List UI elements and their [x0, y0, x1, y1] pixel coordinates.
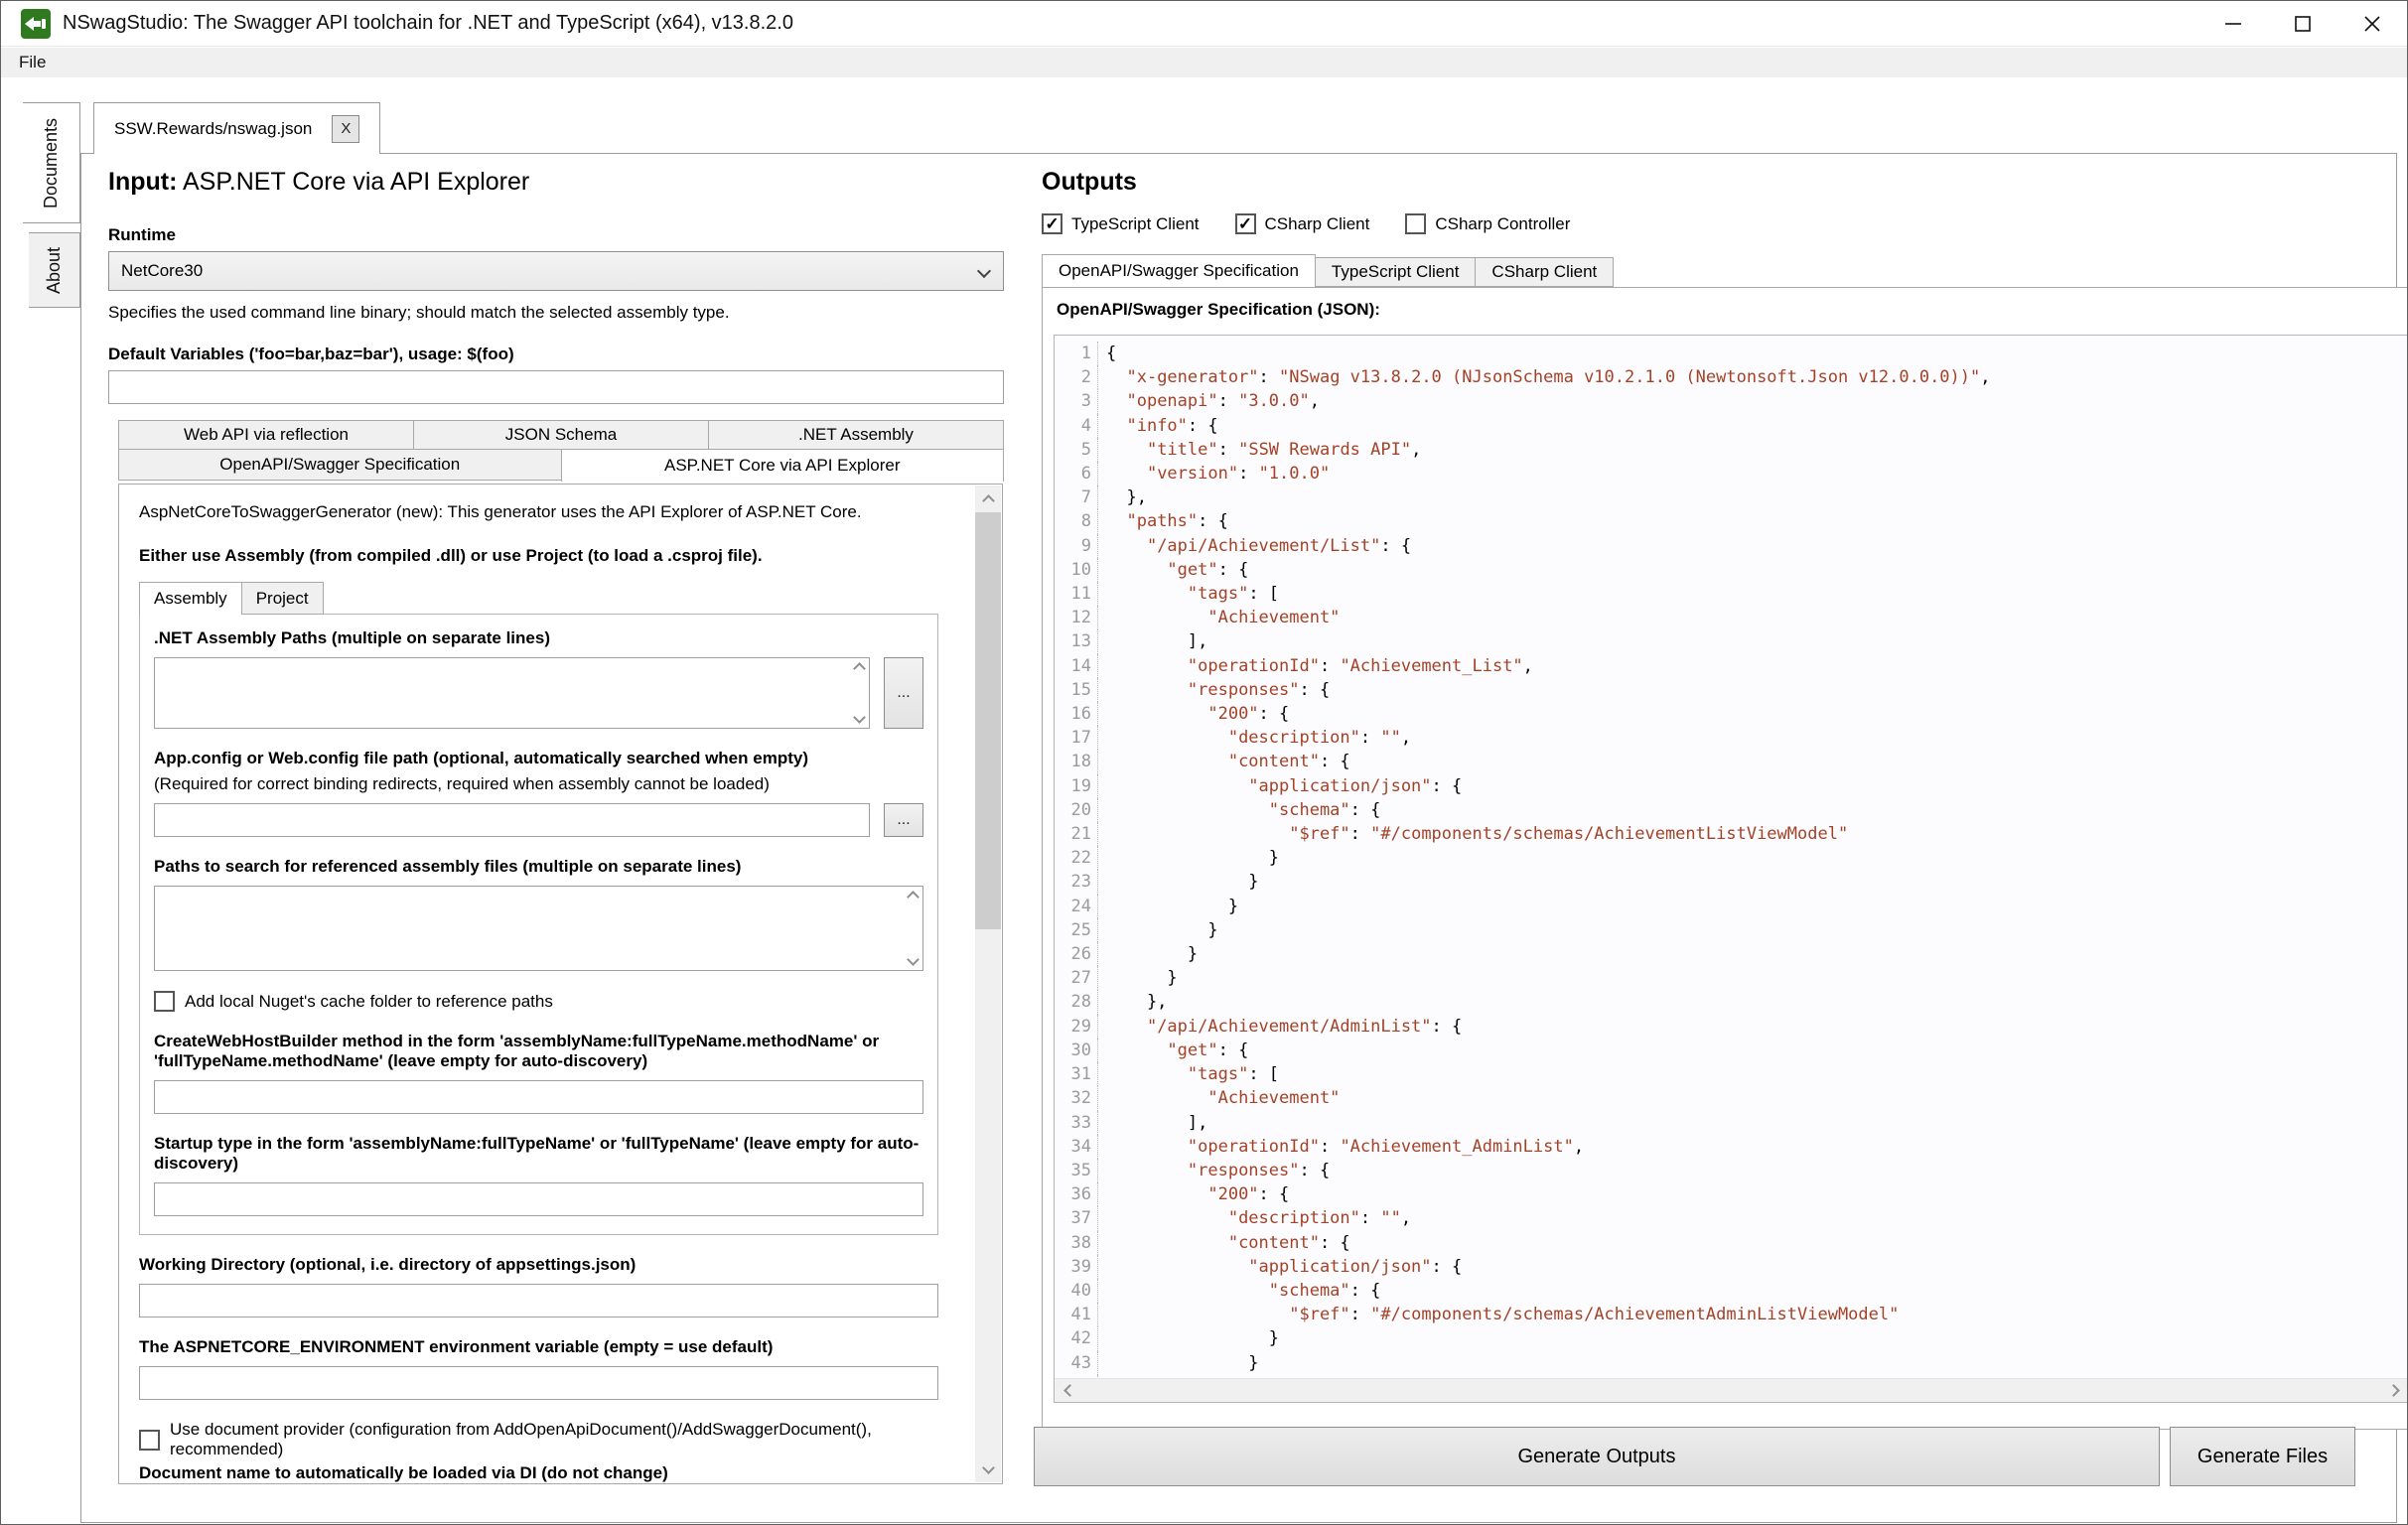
generator-tab[interactable]: OpenAPI/Swagger Specification [118, 449, 562, 481]
checkbox-icon [154, 991, 175, 1012]
aspnetcore-environment-input[interactable] [139, 1366, 938, 1400]
runtime-dropdown[interactable]: NetCore30 [108, 251, 1004, 291]
main-content-frame: Input: ASP.NET Core via API Explorer Run… [80, 153, 2397, 1523]
default-variables-label: Default Variables ('foo=bar,baz=bar'), u… [108, 345, 514, 364]
working-directory-input[interactable] [139, 1284, 938, 1317]
sidebar-tab-documents[interactable]: Documents [23, 102, 80, 223]
generator-tab[interactable]: Web API via reflection [118, 420, 414, 450]
minimize-button[interactable] [2198, 1, 2268, 47]
generator-tab[interactable]: ASP.NET Core via API Explorer [561, 449, 1005, 482]
output-checkboxes: TypeScript Client CSharp Client CSharp C… [1042, 213, 1570, 234]
nuget-cache-checkbox-label: Add local Nuget's cache folder to refere… [185, 992, 553, 1012]
working-directory-label: Working Directory (optional, i.e. direct… [139, 1255, 938, 1275]
sidebar-tab-about[interactable]: About [29, 232, 80, 308]
output-tab[interactable]: OpenAPI/Swagger Specification [1042, 254, 1316, 287]
document-tab-close-button[interactable]: X [332, 115, 359, 143]
reference-paths-label: Paths to search for referenced assembly … [154, 857, 923, 877]
chevron-down-icon [977, 264, 991, 278]
outputs-heading: Outputs [1042, 168, 1137, 197]
create-web-host-builder-input[interactable] [154, 1080, 923, 1114]
source-tab[interactable]: Assembly [139, 582, 242, 615]
generator-tab-strip: Web API via reflectionJSON Schema.NET As… [118, 420, 1003, 482]
nswag-app-icon [21, 9, 51, 39]
title-bar: NSwagStudio: The Swagger API toolchain f… [1, 1, 2407, 47]
output-checkbox[interactable]: CSharp Client [1235, 213, 1370, 234]
generator-tab-row-2: OpenAPI/Swagger SpecificationASP.NET Cor… [118, 450, 1003, 482]
close-button[interactable] [2337, 1, 2407, 47]
window-title: NSwagStudio: The Swagger API toolchain f… [63, 12, 793, 35]
runtime-label: Runtime [108, 225, 176, 245]
generator-tab[interactable]: .NET Assembly [708, 420, 1004, 450]
menu-file[interactable]: File [1, 53, 64, 72]
checkbox-icon [1042, 213, 1062, 234]
document-tab[interactable]: SSW.Rewards/nswag.json X [93, 102, 380, 154]
generator-intro-text: AspNetCoreToSwaggerGenerator (new): This… [139, 502, 938, 522]
checkbox-icon [1405, 213, 1426, 234]
output-tab[interactable]: CSharp Client [1475, 257, 1614, 287]
scroll-down-button[interactable] [975, 1456, 1001, 1482]
app-config-label: App.config or Web.config file path (opti… [154, 749, 923, 768]
output-tab-strip: OpenAPI/Swagger SpecificationTypeScript … [1042, 257, 1613, 287]
nswagstudio-window: NSwagStudio: The Swagger API toolchain f… [0, 0, 2408, 1525]
scroll-right-button[interactable] [2382, 1379, 2408, 1402]
app-config-sublabel: (Required for correct binding redirects,… [154, 774, 923, 794]
source-tab-strip: AssemblyProject [139, 582, 938, 615]
spec-json-editor[interactable]: 1{2 "x-generator": "NSwag v13.8.2.0 (NJs… [1054, 335, 2408, 1403]
startup-type-input[interactable] [154, 1182, 923, 1216]
reference-paths-textarea[interactable] [154, 886, 923, 971]
input-panel-scrollbar[interactable] [975, 485, 1001, 1482]
maximize-button[interactable] [2268, 1, 2337, 47]
create-web-host-builder-label: CreateWebHostBuilder method in the form … [154, 1032, 923, 1071]
generator-tab-row-1: Web API via reflectionJSON Schema.NET As… [118, 420, 1003, 450]
code-lines: 1{2 "x-generator": "NSwag v13.8.2.0 (NJs… [1055, 342, 2408, 1378]
scroll-left-button[interactable] [1055, 1379, 1080, 1402]
assembly-group-box: .NET Assembly Paths (multiple on separat… [139, 614, 938, 1235]
assembly-paths-browse-button[interactable]: ... [884, 657, 923, 729]
chevron-left-icon [1063, 1384, 1076, 1397]
input-heading-prefix: Input: [108, 168, 177, 196]
generate-buttons-row: Generate Outputs Generate Files [1034, 1427, 2355, 1486]
assembly-paths-textarea[interactable] [154, 657, 870, 729]
startup-type-label: Startup type in the form 'assemblyName:f… [154, 1134, 923, 1174]
source-tab[interactable]: Project [241, 582, 324, 615]
input-heading-value: ASP.NET Core via API Explorer [183, 168, 529, 196]
scrollbar-thumb[interactable] [975, 512, 1001, 929]
use-document-provider-checkbox[interactable]: Use document provider (configuration fro… [139, 1420, 938, 1459]
output-checkbox[interactable]: TypeScript Client [1042, 213, 1200, 234]
editor-horizontal-scrollbar[interactable] [1055, 1378, 2408, 1402]
spec-json-label: OpenAPI/Swagger Specification (JSON): [1057, 300, 1380, 320]
runtime-dropdown-value: NetCore30 [121, 261, 203, 281]
chevron-up-icon [982, 494, 995, 507]
output-panel: OpenAPI/Swagger Specification (JSON): 1{… [1042, 287, 2408, 1430]
generator-tab[interactable]: JSON Schema [413, 420, 709, 450]
generate-outputs-button[interactable]: Generate Outputs [1034, 1427, 2160, 1486]
default-variables-input[interactable] [108, 370, 1004, 404]
output-checkbox[interactable]: CSharp Controller [1405, 213, 1570, 234]
assembly-paths-label: .NET Assembly Paths (multiple on separat… [154, 628, 923, 648]
document-name-label-clipped: Document name to automatically be loaded… [139, 1463, 668, 1483]
scroll-up-button[interactable] [975, 485, 1001, 511]
window-controls [2198, 1, 2407, 47]
checkbox-icon [1235, 213, 1256, 234]
assembly-note-text: Either use Assembly (from compiled .dll)… [139, 546, 938, 566]
chevron-right-icon [2387, 1384, 2400, 1397]
runtime-help-text: Specifies the used command line binary; … [108, 303, 730, 323]
generator-settings-panel: AspNetCoreToSwaggerGenerator (new): This… [118, 484, 1003, 1484]
checkbox-icon [139, 1430, 160, 1451]
aspnetcore-environment-label: The ASPNETCORE_ENVIRONMENT environment v… [139, 1337, 938, 1357]
use-document-provider-label: Use document provider (configuration fro… [170, 1420, 938, 1459]
document-tab-label: SSW.Rewards/nswag.json [114, 119, 312, 139]
app-config-browse-button[interactable]: ... [884, 803, 923, 837]
menu-bar: File [1, 48, 2407, 77]
nuget-cache-checkbox[interactable]: Add local Nuget's cache folder to refere… [154, 991, 923, 1012]
generate-files-button[interactable]: Generate Files [2170, 1427, 2355, 1486]
app-config-input[interactable] [154, 803, 870, 837]
output-tab[interactable]: TypeScript Client [1315, 257, 1477, 287]
input-heading: Input: ASP.NET Core via API Explorer [108, 168, 529, 197]
chevron-down-icon [982, 1461, 995, 1474]
